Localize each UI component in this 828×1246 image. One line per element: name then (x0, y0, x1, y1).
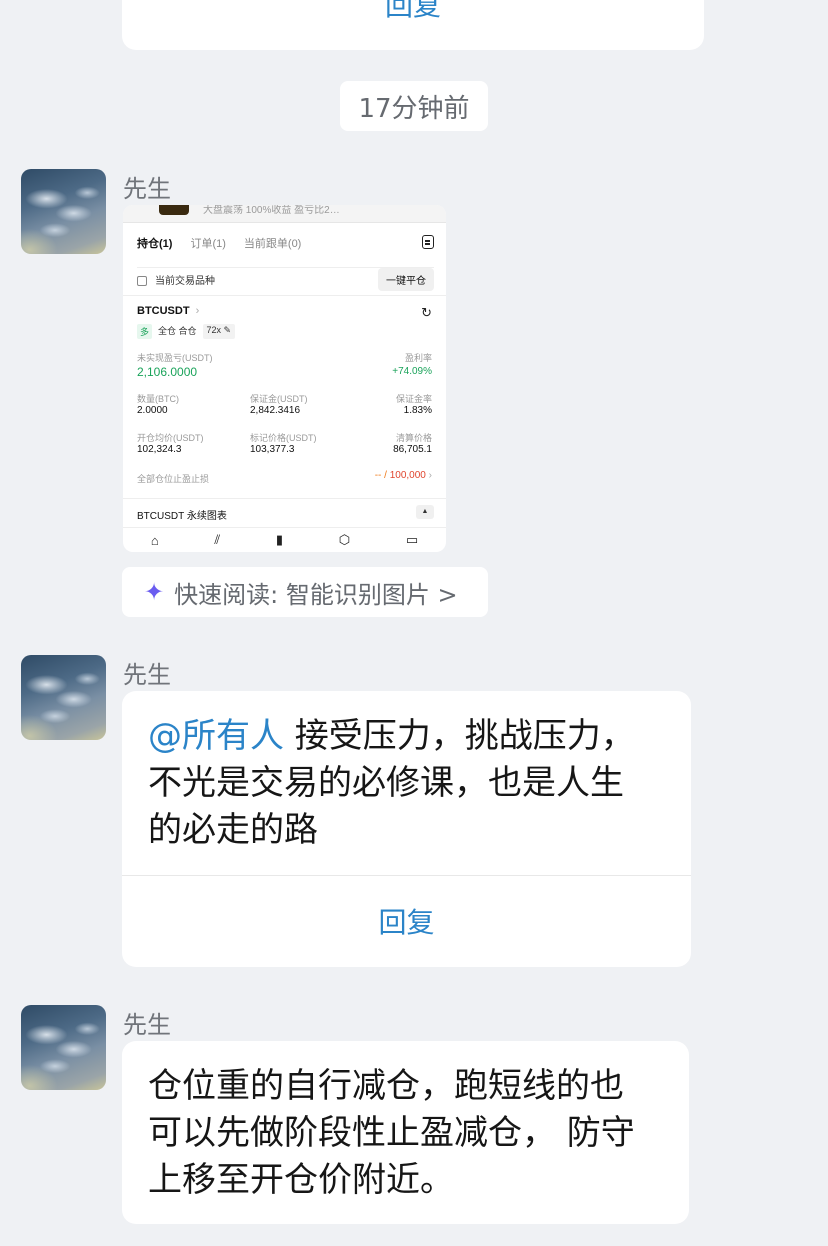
magic-wand-icon: ✦ (144, 578, 165, 606)
sender-name: 先生 (123, 1011, 171, 1039)
thumbnail (159, 205, 189, 215)
quick-read-button[interactable]: ✦ 快速阅读: 智能识别图片 > (122, 567, 488, 617)
unrealized-pnl-label: 未实现盈亏(USDT) (137, 353, 213, 363)
margin-value: 2,842.3416 (250, 405, 301, 416)
position-tags: 多 全仓 合仓 72x ✎ (137, 324, 236, 339)
image-header-strip: 大盘震荡 100%收益 盈亏比2… (123, 205, 446, 223)
margin-label: 保证金(USDT) (250, 394, 308, 404)
trade-icon: ▮ (275, 532, 284, 547)
filter-label: 当前交易品种 (155, 276, 215, 287)
cut-text: 大盘震荡 100%收益 盈亏比2… (203, 205, 340, 216)
time-divider: 17分钟前 (340, 81, 488, 131)
message-bubble[interactable]: @所有人 接受压力，挑战压力， 不光是交易的必修课，也是人生 的必走的路 回复 (122, 691, 691, 967)
home-icon: ⌂ (150, 532, 159, 548)
avatar[interactable] (21, 1005, 106, 1090)
futures-icon: ⬡ (338, 532, 351, 547)
filter-row: 当前交易品种 一键平仓 (137, 267, 434, 291)
divider (123, 498, 446, 499)
tab-orders: 订单(1) (190, 238, 226, 250)
chevron-right-icon: › (428, 470, 432, 481)
tpsl-value: 100,000 (389, 470, 426, 481)
sender-name: 先生 (123, 661, 171, 689)
divider (122, 875, 691, 876)
unrealized-pnl-value: 2,106.0000 (137, 365, 198, 379)
share-icon: ↻ (421, 305, 432, 320)
mention-all[interactable]: @所有人 (148, 716, 284, 756)
message-line: 的必走的路 (148, 810, 318, 850)
position-tabs: 持仓(1) 订单(1) 当前跟单(0) (137, 235, 434, 257)
roe-value: +74.09% (392, 366, 432, 377)
message-line: 可以先做阶段性止盈减仓， 防守 (148, 1113, 635, 1153)
chevron-right-icon: › (195, 305, 200, 317)
entry-price-value: 102,324.3 (137, 444, 182, 455)
margin-ratio-value: 1.83% (403, 405, 432, 416)
qty-label: 数量(BTC) (137, 394, 179, 404)
checkbox-icon (137, 276, 147, 287)
wallet-icon: ▭ (405, 532, 419, 547)
liq-price-value: 86,705.1 (393, 444, 432, 455)
pair-name: BTCUSDT › (137, 305, 199, 317)
message-bubble-previous: 回复 (122, 0, 704, 50)
pair-label: BTCUSDT (137, 305, 190, 317)
quick-read-label: 快速阅读: 智能识别图片 > (174, 580, 458, 609)
avatar[interactable] (21, 655, 106, 740)
message-line: 仓位重的自行减仓，跑短线的也 (148, 1066, 624, 1106)
tab-copytrade: 当前跟单(0) (243, 238, 302, 250)
message-line: 上移至开仓价附近。 (148, 1160, 454, 1200)
message-line: 不光是交易的必修课，也是人生 (148, 763, 624, 803)
tpsl-value-row: -- / 100,000 › (375, 470, 432, 481)
document-icon (422, 235, 434, 249)
collapse-icon: ▲ (416, 505, 434, 519)
tab-positions: 持仓(1) (137, 238, 173, 250)
shared-screenshot-image[interactable]: 大盘震荡 100%收益 盈亏比2… 持仓(1) 订单(1) 当前跟单(0) 当前… (123, 205, 446, 552)
close-all-button: 一键平仓 (378, 268, 434, 291)
chart-label: BTCUSDT 永续图表 (137, 511, 227, 522)
market-icon: ⫽ (214, 532, 221, 547)
divider (123, 295, 446, 296)
margin-ratio-label: 保证金率 (395, 394, 432, 404)
leverage-tag: 72x ✎ (202, 324, 236, 339)
chat-page: 回复 17分钟前 先生 大盘震荡 100%收益 盈亏比2… 持仓(1) 订单(1… (0, 0, 828, 1246)
mark-price-label: 标记价格(USDT) (250, 433, 317, 443)
liq-price-label: 清算价格 (395, 433, 432, 443)
bottom-nav: ⌂ ⫽ ▮ ⬡ ▭ (123, 527, 446, 552)
reply-button[interactable]: 回复 (122, 901, 691, 941)
entry-price-label: 开仓均价(USDT) (137, 433, 204, 443)
filter-checkbox-wrap: 当前交易品种 (137, 272, 215, 287)
message-line: @所有人 接受压力，挑战压力， (148, 713, 635, 760)
message-text: 接受压力，挑战压力， (284, 716, 635, 756)
mark-price-value: 103,377.3 (250, 444, 295, 455)
message-bubble[interactable]: 仓位重的自行减仓，跑短线的也 可以先做阶段性止盈减仓， 防守 上移至开仓价附近。 (122, 1041, 689, 1224)
avatar[interactable] (21, 169, 106, 254)
qty-value: 2.0000 (137, 405, 168, 416)
side-tag: 多 (137, 324, 153, 339)
margin-mode-tag: 全仓 合仓 (158, 326, 197, 336)
sender-name: 先生 (123, 175, 171, 203)
reply-button[interactable]: 回复 (122, 0, 704, 20)
tpsl-dash: -- / (374, 470, 387, 481)
tpsl-label: 全部仓位止盈止损 (137, 474, 210, 484)
chart-row: BTCUSDT 永续图表 ▲ (137, 505, 434, 522)
roe-label: 盈利率 (404, 353, 432, 363)
